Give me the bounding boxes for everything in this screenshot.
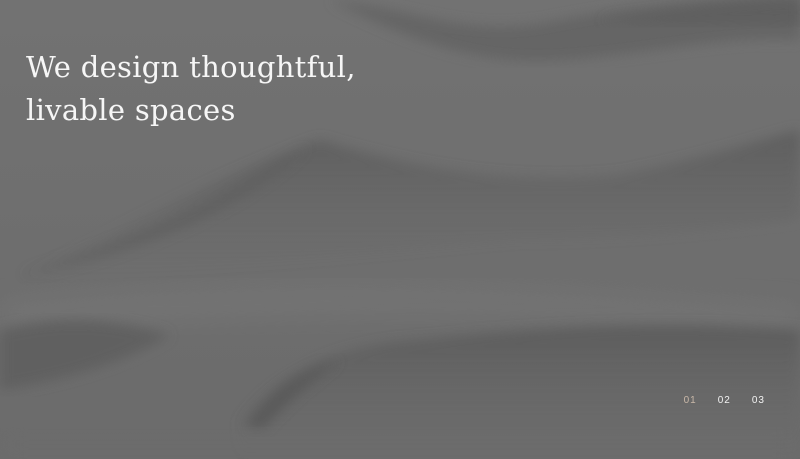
headline-line-2: livable spaces: [26, 93, 236, 127]
headline-line-1: We design thoughtful,: [26, 50, 356, 84]
slide-indicator-02[interactable]: 02: [718, 393, 731, 409]
hero-slider: We design thoughtful, livable spaces 01 …: [0, 0, 800, 459]
slide-indicator-01[interactable]: 01: [684, 393, 697, 409]
hero-headline: We design thoughtful, livable spaces: [26, 46, 546, 132]
slide-indicator-03[interactable]: 03: [752, 393, 765, 409]
slide-pagination: 01 02 03: [663, 393, 765, 409]
